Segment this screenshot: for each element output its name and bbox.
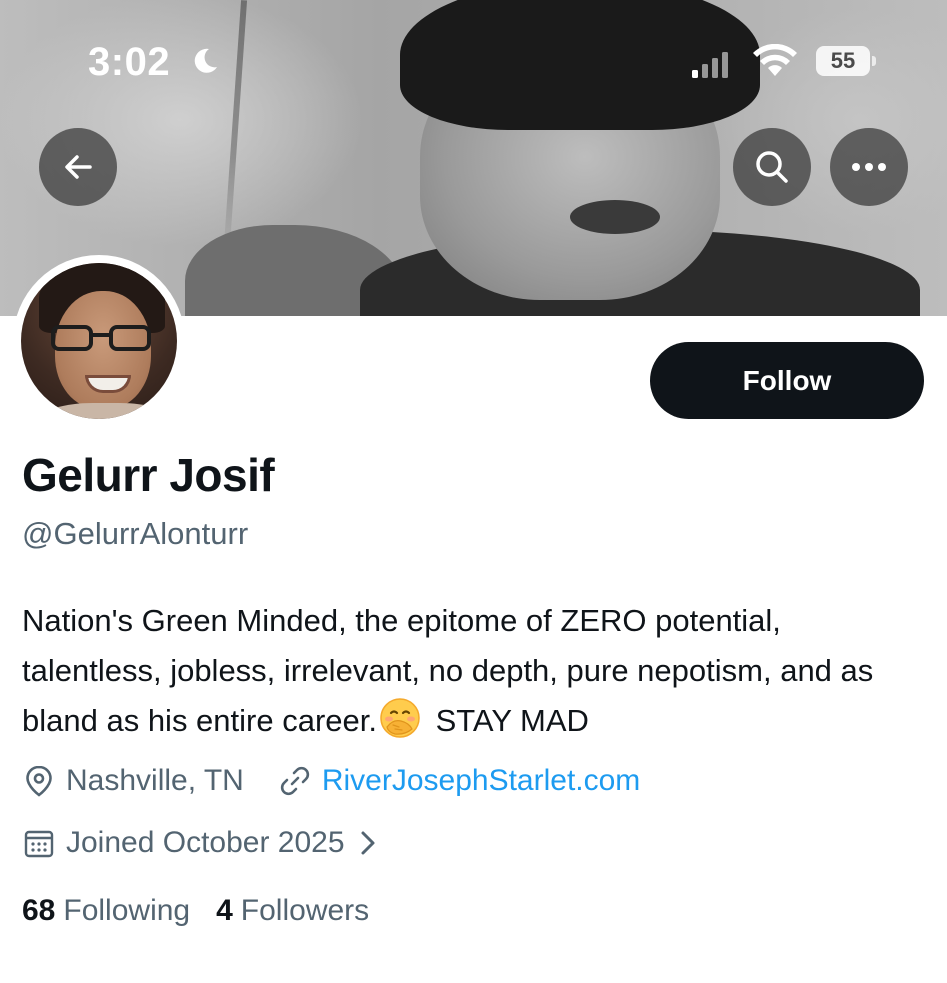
avatar-glasses-right xyxy=(109,325,151,351)
follow-button[interactable]: Follow xyxy=(650,342,924,419)
following-count: 68 xyxy=(22,894,56,927)
banner-mouth xyxy=(570,200,660,234)
followers-label: Followers xyxy=(240,894,370,927)
avatar-shirt xyxy=(41,403,171,419)
following-stat[interactable]: 68 Following xyxy=(22,894,190,928)
back-button[interactable] xyxy=(39,128,117,206)
followers-stat[interactable]: 4 Followers xyxy=(216,894,369,928)
search-icon xyxy=(756,151,788,183)
avatar-glasses-left xyxy=(51,325,93,351)
display-name: Gelurr Josif xyxy=(22,449,275,501)
battery-indicator: 55 xyxy=(816,46,876,76)
battery-cap xyxy=(872,56,876,66)
follow-stats: 68 Following 4 Followers xyxy=(22,894,395,928)
bio-tail: STAY MAD xyxy=(435,703,589,738)
following-label: Following xyxy=(63,894,191,927)
location-pin-icon xyxy=(26,765,52,797)
profile-page: 3:02 55 Follow Gelurr Josif @GelurrAlont… xyxy=(0,0,947,983)
joined-text: Joined October 2025 xyxy=(66,826,345,859)
status-time: 3:02 xyxy=(88,40,171,84)
website-link[interactable]: RiverJosephStarlet.com xyxy=(322,764,640,798)
wifi-icon xyxy=(753,44,797,76)
profile-meta-row: Nashville, TN RiverJosephStarlet.com xyxy=(22,764,640,798)
avatar-photo xyxy=(21,263,177,419)
battery-level: 55 xyxy=(816,46,870,76)
moon-icon xyxy=(194,48,217,73)
face-with-hand-over-mouth-emoji xyxy=(380,698,420,738)
profile-bio: Nation's Green Minded, the epitome of ZE… xyxy=(22,596,927,746)
more-horizontal-icon xyxy=(852,163,886,171)
joined-row[interactable]: Joined October 2025 xyxy=(22,826,381,860)
more-options-button[interactable] xyxy=(830,128,908,206)
user-handle: @GelurrAlonturr xyxy=(22,516,249,551)
chevron-right-icon xyxy=(361,831,375,855)
avatar-glasses-bridge xyxy=(93,333,109,337)
link-icon xyxy=(280,766,309,796)
calendar-icon xyxy=(24,830,54,858)
followers-count: 4 xyxy=(216,894,233,927)
avatar[interactable] xyxy=(13,255,185,427)
search-button[interactable] xyxy=(733,128,811,206)
arrow-left-icon xyxy=(65,155,92,179)
status-bar: 3:02 55 xyxy=(0,0,947,120)
location-text: Nashville, TN xyxy=(66,764,244,797)
cellular-signal-icon xyxy=(692,52,728,78)
